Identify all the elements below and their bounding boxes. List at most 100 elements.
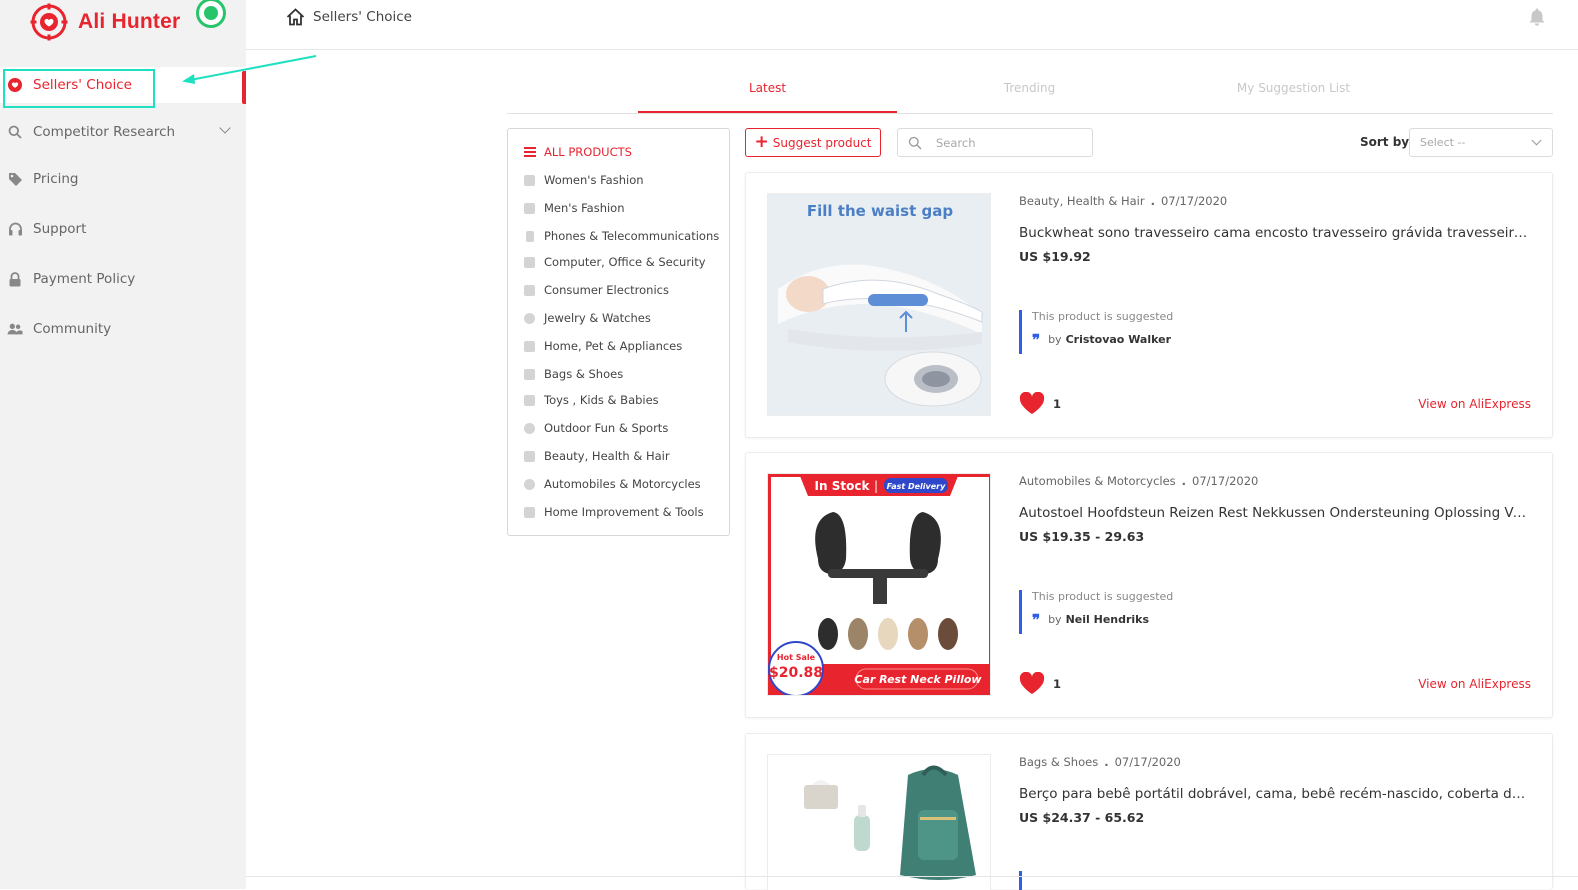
chevron-down-icon[interactable] [219, 122, 231, 134]
product-title[interactable]: Autostoel Hoofdsteun Reizen Rest Nekkuss… [1019, 505, 1531, 521]
sidebar-item-label: Community [33, 321, 112, 337]
sale-price-label: $20.88 [769, 665, 823, 681]
category-item[interactable]: Outdoor Fun & Sports [524, 418, 668, 438]
category-item[interactable]: Jewelry & Watches [524, 308, 651, 328]
category-label: Men's Fashion [544, 201, 625, 215]
delivery-banner: Fast Delivery [887, 482, 946, 491]
product-date: 07/17/2020 [1160, 194, 1228, 208]
heart-icon[interactable] [1019, 672, 1045, 695]
category-item[interactable]: Beauty, Health & Hair [524, 446, 670, 466]
sidebar-item-pricing[interactable]: Pricing [0, 161, 246, 197]
product-card: In Stock | Fast Delivery Car Rest Neck P… [745, 452, 1553, 718]
product-date: 07/17/2020 [1114, 755, 1181, 769]
suggest-product-button[interactable]: + Suggest product [745, 128, 881, 157]
category-label: Computer, Office & Security [544, 255, 706, 269]
svg-text:|: | [874, 479, 878, 493]
heart-icon[interactable] [1019, 392, 1045, 415]
phone-icon [526, 230, 534, 242]
category-panel: ALL PRODUCTS Women's Fashion Men's Fashi… [507, 128, 730, 536]
category-item[interactable]: Toys , Kids & Babies [524, 390, 659, 410]
category-label: Jewelry & Watches [544, 311, 651, 325]
tab-latest[interactable]: Latest [638, 81, 897, 95]
category-label: Women's Fashion [544, 173, 644, 187]
suggestion-info: This product is suggested ❞ by Cristovao… [1019, 310, 1173, 354]
tab-trending[interactable]: Trending [900, 81, 1159, 95]
product-meta: Beauty, Health & Hair. 07/17/2020 [1019, 194, 1228, 208]
hot-sale-label: Hot Sale [777, 653, 816, 662]
app-logo[interactable]: Ali Hunter [30, 2, 180, 42]
category-label: Beauty, Health & Hair [544, 449, 670, 463]
product-image[interactable]: In Stock | Fast Delivery Car Rest Neck P… [767, 473, 991, 696]
shirt-icon [524, 202, 535, 214]
sidebar-item-payment-policy[interactable]: Payment Policy [0, 261, 246, 297]
bottle-icon [524, 450, 535, 462]
tag-icon [7, 171, 23, 187]
sidebar-item-label: Support [33, 221, 87, 237]
sidebar-item-label: Payment Policy [33, 271, 136, 287]
view-on-aliexpress-link[interactable]: View on AliExpress [1418, 397, 1531, 411]
product-date: 07/17/2020 [1192, 474, 1259, 488]
search-box[interactable] [897, 128, 1093, 157]
sidebar-item-competitor-research[interactable]: Competitor Research [0, 114, 246, 150]
breadcrumb: Sellers' Choice [313, 9, 412, 25]
suggest-product-label: Suggest product [772, 135, 872, 150]
monitor-icon [524, 256, 535, 268]
bag-icon [524, 368, 535, 380]
search-input[interactable] [936, 134, 1086, 152]
sidebar-item-community[interactable]: Community [0, 311, 246, 347]
like-control[interactable]: 1 [1019, 672, 1061, 695]
category-item[interactable]: Men's Fashion [524, 198, 625, 218]
category-label: Toys , Kids & Babies [544, 393, 659, 407]
bell-icon[interactable] [1528, 7, 1546, 27]
category-all-products[interactable]: ALL PRODUCTS [524, 142, 632, 162]
category-item[interactable]: Home, Pet & Appliances [524, 336, 682, 356]
category-item[interactable]: Automobiles & Motorcycles [524, 474, 701, 494]
headset-icon [7, 221, 23, 237]
search-icon [7, 124, 23, 140]
users-icon [7, 321, 23, 337]
neck-pillow-product-image: In Stock | Fast Delivery Car Rest Neck P… [768, 474, 990, 695]
suggestion-note: This product is suggested [1032, 310, 1174, 323]
app-name: Ali Hunter [78, 10, 181, 33]
tab-bar: Latest Trending My Suggestion List [507, 70, 1553, 114]
suggester-name: Neil Hendriks [1065, 613, 1150, 626]
product-title[interactable]: Buckwheat sono travesseiro cama encosto … [1019, 225, 1531, 241]
tab-my-suggestion-list[interactable]: My Suggestion List [1164, 81, 1423, 95]
sidebar-item-label: Pricing [33, 171, 79, 187]
sort-select-value: Select -- [1420, 136, 1466, 149]
sort-select[interactable]: Select -- [1409, 128, 1553, 157]
like-count: 1 [1053, 676, 1062, 691]
view-on-aliexpress-link[interactable]: View on AliExpress [1418, 677, 1531, 691]
category-item[interactable]: Bags & Shoes [524, 364, 623, 384]
product-title[interactable]: Berço para bebê portátil dobrável, cama,… [1019, 786, 1531, 802]
product-image[interactable]: Fill the waist gap [767, 193, 991, 416]
annotation-highlight-box [3, 69, 155, 108]
quote-icon: ❞ [1032, 610, 1041, 629]
category-item[interactable]: Phones & Telecommunications [524, 226, 719, 246]
product-card: Bags & Shoes. 07/17/2020 Berço para bebê … [745, 733, 1553, 890]
suggested-by: ❞ by Neil Hendriks [1032, 610, 1173, 629]
product-image[interactable] [767, 754, 991, 890]
product-price: US $24.37 - 65.62 [1019, 810, 1145, 825]
category-label: Bags & Shoes [544, 367, 624, 381]
bottom-divider [246, 876, 1578, 877]
category-item[interactable]: Home Improvement & Tools [524, 502, 704, 522]
product-category: Beauty, Health & Hair [1019, 194, 1145, 208]
like-control[interactable]: 1 [1019, 392, 1061, 415]
category-label: Phones & Telecommunications [544, 229, 720, 243]
product-category: Automobiles & Motorcycles [1019, 474, 1176, 488]
category-item[interactable]: Computer, Office & Security [524, 252, 706, 272]
category-item[interactable]: Consumer Electronics [524, 280, 669, 300]
suggester-name: Cristovao Walker [1065, 333, 1172, 346]
suggestion-info: This product is suggested ❞ by Neil Hend… [1019, 590, 1173, 634]
home-icon[interactable] [286, 8, 305, 26]
home-appliance-icon [524, 340, 535, 352]
ball-icon [524, 422, 535, 434]
product-meta: Automobiles & Motorcycles. 07/17/2020 [1019, 474, 1259, 488]
suggestion-indicator [1019, 871, 1022, 890]
like-count: 1 [1053, 396, 1062, 411]
category-item[interactable]: Women's Fashion [524, 170, 644, 190]
search-icon [908, 136, 922, 150]
sidebar-item-support[interactable]: Support [0, 211, 246, 247]
active-tab-underline [638, 111, 897, 113]
